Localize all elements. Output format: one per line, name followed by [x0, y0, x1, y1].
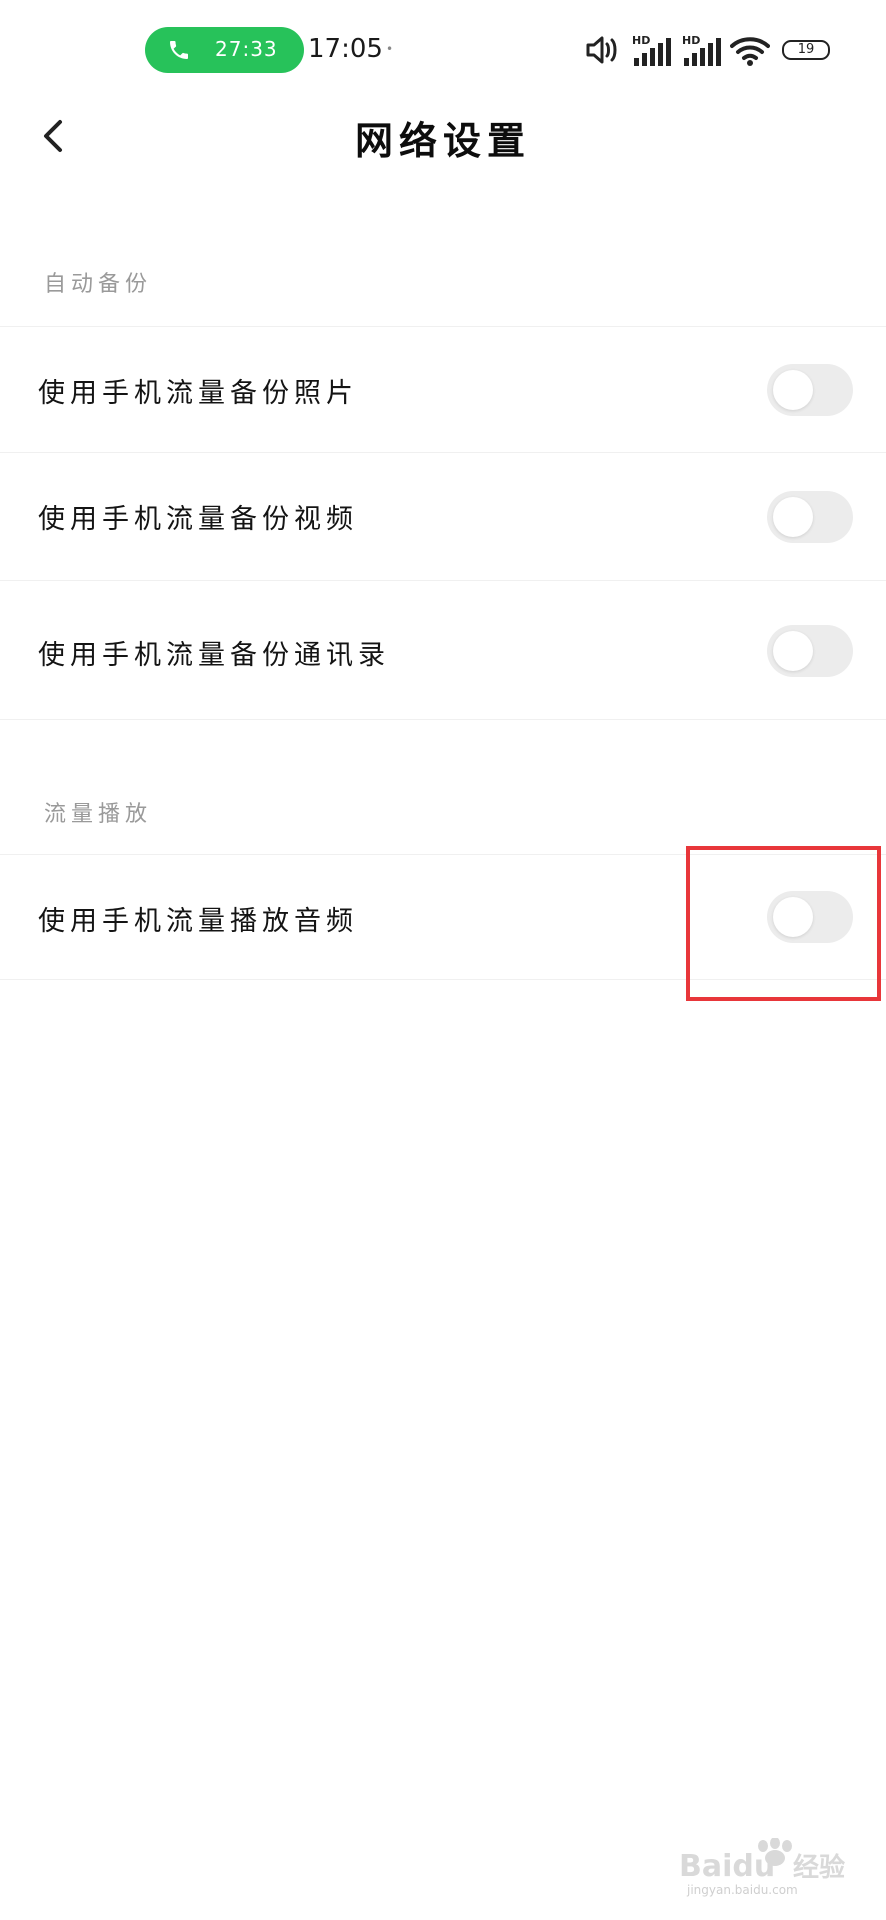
toggle-backup-contacts[interactable]: [767, 625, 853, 677]
volume-icon: [586, 36, 617, 64]
toggle-backup-photos[interactable]: [767, 364, 853, 416]
page-title: 网络设置: [354, 119, 531, 163]
status-dot: •: [386, 42, 394, 56]
cellular-signal-icon: [634, 38, 671, 66]
call-duration: 27:33: [215, 37, 278, 61]
battery-indicator: 19: [782, 40, 830, 60]
setting-row-backup-photos[interactable]: 使用手机流量备份照片: [0, 326, 886, 452]
toggle-knob: [773, 631, 813, 671]
ongoing-call-pill[interactable]: 27:33: [145, 27, 304, 73]
setting-row-backup-videos[interactable]: 使用手机流量备份视频: [0, 452, 886, 580]
toggle-knob: [773, 370, 813, 410]
baidu-jingyan-watermark: Baidu 经验 jingyan.baidu.com: [679, 1838, 845, 1897]
watermark-brand: Baidu: [679, 1849, 775, 1884]
setting-label-play-audio: 使用手机流量播放音频: [38, 906, 358, 937]
toggle-knob: [773, 497, 813, 537]
phone-icon: [170, 41, 188, 59]
highlight-annotation-box: [686, 846, 881, 1001]
setting-row-backup-contacts[interactable]: 使用手机流量备份通讯录: [0, 580, 886, 720]
wifi-icon: [730, 37, 770, 66]
watermark-url: jingyan.baidu.com: [686, 1883, 798, 1897]
setting-label-backup-contacts: 使用手机流量备份通讯录: [38, 640, 390, 671]
setting-label-backup-photos: 使用手机流量备份照片: [38, 378, 358, 409]
toggle-backup-videos[interactable]: [767, 491, 853, 543]
section-label-data-playback: 流量播放: [44, 802, 153, 827]
section-label-auto-backup: 自动备份: [44, 272, 153, 297]
status-time: 17:05: [308, 34, 383, 64]
cellular-signal-icon-2: [684, 38, 721, 66]
setting-label-backup-videos: 使用手机流量备份视频: [38, 504, 358, 535]
watermark-suffix: 经验: [793, 1852, 845, 1883]
